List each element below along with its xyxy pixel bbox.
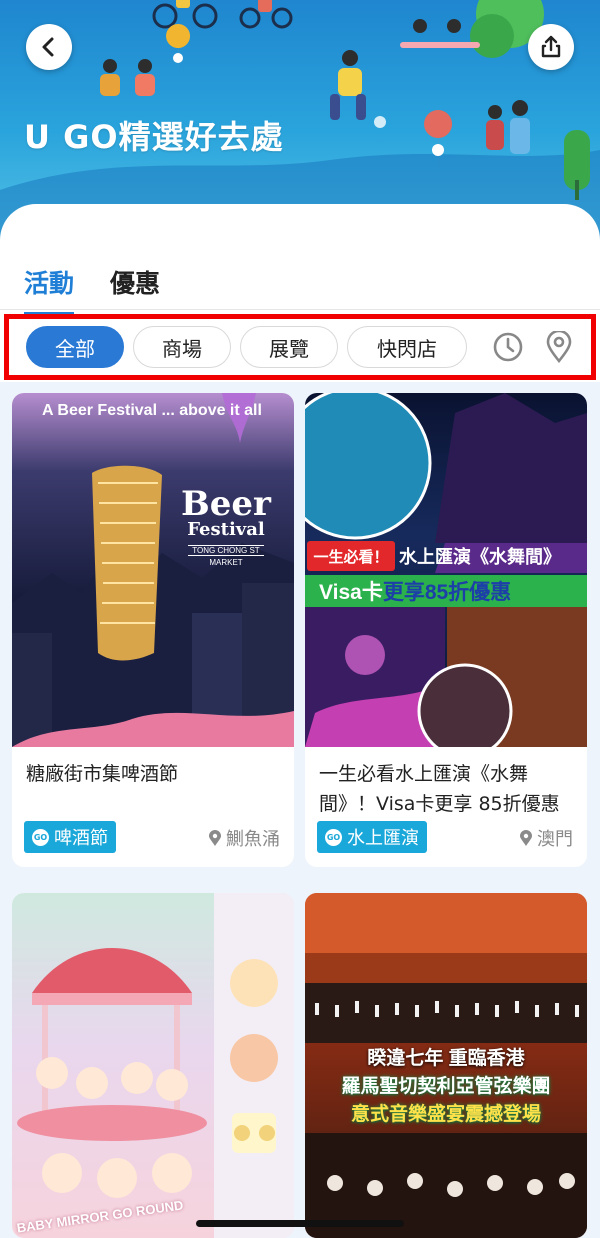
back-button[interactable] — [26, 24, 72, 70]
filter-chip-exhibition[interactable]: 展覽 — [240, 326, 338, 368]
home-indicator — [196, 1220, 404, 1227]
share-button[interactable] — [528, 24, 574, 70]
go-icon: GO — [325, 828, 342, 846]
carousel-illustration — [17, 893, 294, 1238]
clock-icon — [493, 332, 523, 362]
event-image: BABY MIRROR GO ROUND — [12, 893, 294, 1238]
event-title: 糖廠街市集啤酒節 — [26, 763, 179, 785]
image-badge: 一生必看！ — [307, 541, 395, 571]
image-headline: A Beer Festival ... above it all — [42, 402, 262, 419]
event-image: A Beer Festival ... above it all Beer Fe… — [12, 393, 294, 747]
event-card[interactable]: BABY MIRROR GO ROUND — [12, 893, 294, 1238]
chevron-left-icon — [42, 37, 54, 57]
event-card[interactable]: 一生必看！ 水上匯演《水舞間》 Visa卡 更享85折優惠 一生必看水上匯演《水… — [305, 393, 587, 867]
image-headline: 水上匯演《水舞間》 — [399, 547, 561, 567]
go-icon: GO — [32, 828, 49, 846]
time-filter-button[interactable] — [490, 329, 526, 365]
event-tag[interactable]: GO 水上匯演 — [317, 821, 427, 853]
filter-chip-mall[interactable]: 商場 — [133, 326, 231, 368]
share-icon — [541, 35, 561, 58]
page-title: U GO精選好去處 — [24, 118, 284, 156]
filter-chip-all[interactable]: 全部 — [26, 326, 124, 368]
image-promo-prefix: Visa卡 — [319, 581, 383, 604]
location-pin-icon — [209, 830, 221, 846]
location-pin-icon — [546, 331, 572, 363]
event-tag-label: 啤酒節 — [54, 828, 108, 849]
filter-bar: 全部 商場 展覽 快閃店 — [4, 314, 596, 380]
image-logo-sub: TONG CHONG ST — [188, 545, 264, 556]
location-filter-button[interactable] — [541, 329, 577, 365]
image-logo-line1: Beer — [181, 484, 271, 524]
event-location: 澳門 — [520, 825, 573, 851]
divider — [0, 309, 600, 310]
event-image: 一生必看！ 水上匯演《水舞間》 Visa卡 更享85折優惠 — [305, 393, 587, 747]
filter-chip-popup-store[interactable]: 快閃店 — [347, 326, 467, 368]
event-image: 睽違七年 重臨香港 羅馬聖切契利亞管弦樂團 意式音樂盛宴震撼登場 — [305, 893, 587, 1238]
event-location: 鰂魚涌 — [209, 825, 280, 851]
event-title: 一生必看水上匯演《水舞間》！Visa卡更享 85折優惠 — [319, 763, 560, 815]
image-line3: 意式音樂盛宴震撼登場 — [350, 1104, 541, 1125]
image-logo-line2: Festival — [187, 519, 265, 540]
city-night-illustration — [12, 393, 294, 747]
image-promo: Visa卡 更享85折優惠 — [305, 575, 587, 607]
event-card[interactable]: 睽違七年 重臨香港 羅馬聖切契利亞管弦樂團 意式音樂盛宴震撼登場 — [305, 893, 587, 1238]
event-tag[interactable]: GO 啤酒節 — [24, 821, 116, 853]
location-pin-icon — [520, 830, 532, 846]
event-location-label: 鰂魚涌 — [226, 829, 280, 850]
event-location-label: 澳門 — [537, 829, 573, 850]
image-promo-suffix: 更享85折優惠 — [382, 581, 512, 604]
event-tag-label: 水上匯演 — [347, 828, 419, 849]
image-line1: 睽違七年 重臨香港 — [367, 1048, 525, 1069]
image-line2: 羅馬聖切契利亞管弦樂團 — [341, 1076, 551, 1097]
event-card[interactable]: A Beer Festival ... above it all Beer Fe… — [12, 393, 294, 867]
image-logo-sub2: MARKET — [209, 558, 243, 567]
